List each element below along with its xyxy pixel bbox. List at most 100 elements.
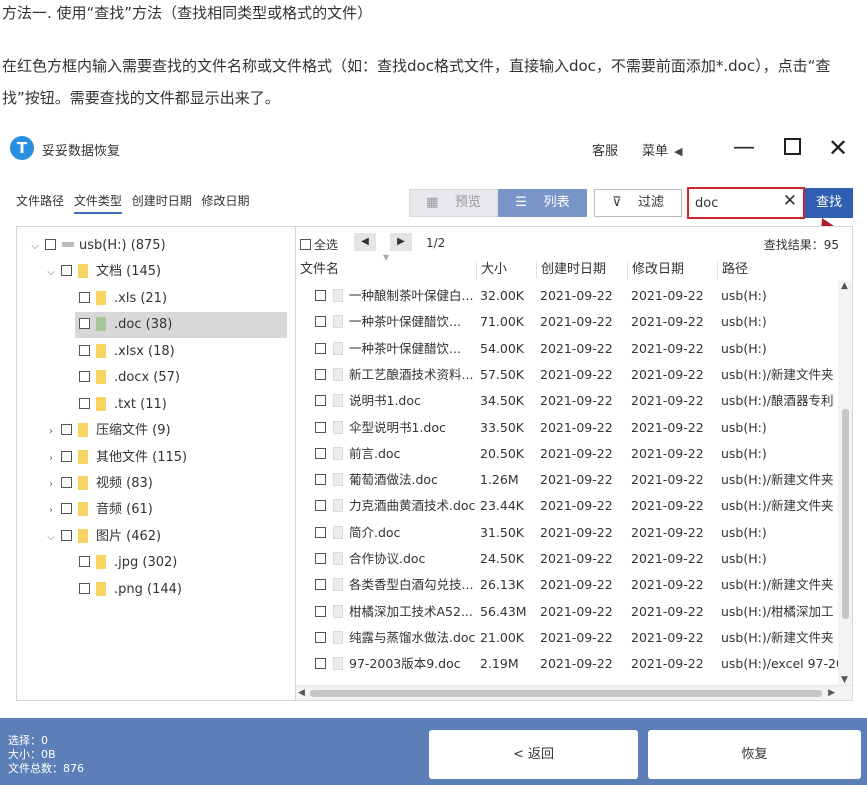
- vertical-scrollbar[interactable]: ▲ ▼: [838, 281, 852, 685]
- checkbox[interactable]: [79, 556, 90, 567]
- back-button[interactable]: < 返回: [429, 730, 638, 779]
- service-button[interactable]: 客服: [592, 140, 618, 159]
- scroll-up-icon[interactable]: ▲: [841, 281, 848, 291]
- tab-file-type[interactable]: 文件类型: [73, 194, 122, 214]
- tab-modified-date[interactable]: 修改日期: [202, 194, 250, 208]
- checkbox[interactable]: [79, 345, 90, 356]
- table-row[interactable]: 力克酒曲黄酒技术.doc 23.44K 2021-09-22 2021-09-22 us…: [296, 493, 836, 519]
- row-checkbox[interactable]: [315, 395, 326, 407]
- horizontal-scrollbar[interactable]: ◀ ▶: [296, 685, 852, 700]
- checkbox[interactable]: [61, 451, 72, 462]
- tree-node-archives[interactable]: › 压缩文件 (9): [45, 418, 171, 444]
- checkbox[interactable]: [79, 583, 90, 594]
- row-checkbox[interactable]: [315, 421, 326, 433]
- checkbox[interactable]: [79, 318, 90, 329]
- table-row[interactable]: 新工艺酿酒技术资料... 57.50K 2021-09-22 2021-09-22 us…: [296, 362, 836, 388]
- tree-node-doc[interactable]: .doc (38): [75, 312, 287, 338]
- row-checkbox[interactable]: [315, 290, 326, 301]
- checkbox[interactable]: [79, 292, 90, 303]
- menu-button[interactable]: 菜单 ◀: [642, 140, 682, 159]
- search-button[interactable]: 查找: [805, 188, 853, 218]
- col-header-size[interactable]: 大小: [476, 261, 507, 279]
- table-row[interactable]: 纯露与蒸馏水做法.doc 21.00K 2021-09-22 2021-09-22 us…: [296, 625, 836, 651]
- row-checkbox[interactable]: [315, 526, 326, 538]
- row-checkbox[interactable]: [315, 605, 326, 617]
- chevron-right-icon[interactable]: ›: [45, 419, 57, 445]
- horizontal-scroll-thumb[interactable]: [310, 690, 822, 697]
- row-checkbox[interactable]: [315, 631, 326, 643]
- tree-node-jpg[interactable]: .jpg (302): [75, 550, 287, 576]
- list-view-button[interactable]: ☰ 列表: [498, 189, 587, 217]
- tree-node-documents[interactable]: ⌵ 文档 (145): [45, 259, 161, 285]
- tree-node-xls[interactable]: .xls (21): [75, 286, 287, 312]
- recover-button[interactable]: 恢复: [648, 730, 861, 779]
- tab-created-date[interactable]: 创建时日期: [132, 194, 192, 208]
- row-checkbox[interactable]: [315, 342, 326, 354]
- preview-button[interactable]: ▦ 预览: [409, 189, 498, 217]
- chevron-right-icon[interactable]: ›: [45, 446, 57, 472]
- chevron-down-icon[interactable]: ⌵: [45, 525, 57, 551]
- table-row[interactable]: 合作协议.doc 24.50K 2021-09-22 2021-09-22 usb(H:…: [296, 546, 836, 572]
- col-header-created[interactable]: 创建时日期: [536, 261, 606, 279]
- checkbox[interactable]: [61, 477, 72, 488]
- checkbox[interactable]: [61, 503, 72, 514]
- row-checkbox[interactable]: [315, 500, 326, 512]
- close-icon[interactable]: ✕: [824, 134, 852, 162]
- file-path: usb(H:)/新建文件夹: [721, 577, 834, 593]
- tree-node-png[interactable]: .png (144): [75, 577, 287, 603]
- table-row[interactable]: 各类香型白酒勾兑技... 26.13K 2021-09-22 2021-09-22 us…: [296, 572, 836, 598]
- tree-node-docx[interactable]: .docx (57): [75, 365, 287, 391]
- table-row[interactable]: 97-2003版本9.doc 2.19M 2021-09-22 2021-09-22 u…: [296, 651, 841, 677]
- tab-file-path[interactable]: 文件路径: [16, 194, 64, 208]
- table-row[interactable]: 柑橘深加工技术A52... 56.43M 2021-09-22 2021-09-22 u…: [296, 599, 836, 625]
- table-row[interactable]: 葡萄酒做法.doc 1.26M 2021-09-22 2021-09-22 usb(H:…: [296, 467, 836, 493]
- tree-node-root[interactable]: ⌵ usb(H:) (875): [29, 233, 165, 260]
- chevron-right-icon[interactable]: ›: [45, 472, 57, 498]
- tree-node-xlsx[interactable]: .xlsx (18): [75, 339, 287, 365]
- minimize-icon[interactable]: —: [730, 134, 758, 162]
- select-all-checkbox[interactable]: [300, 239, 311, 250]
- scroll-right-icon[interactable]: ▶: [828, 688, 835, 698]
- search-input[interactable]: [689, 189, 777, 217]
- row-checkbox[interactable]: [315, 316, 326, 328]
- select-all[interactable]: 全选: [300, 236, 338, 253]
- filter-button[interactable]: ⊽ 过滤: [594, 189, 682, 217]
- col-header-path[interactable]: 路径: [717, 261, 748, 279]
- table-row[interactable]: 一种酿制茶叶保健白... 32.00K 2021-09-22 2021-09-22 us…: [296, 283, 836, 309]
- tree-node-audio[interactable]: › 音频 (61): [45, 497, 153, 523]
- prev-page-icon[interactable]: ◀: [354, 233, 376, 251]
- chevron-down-icon[interactable]: ⌵: [29, 234, 41, 260]
- checkbox[interactable]: [61, 265, 72, 276]
- tree-node-video[interactable]: › 视频 (83): [45, 471, 153, 497]
- tree-node-txt[interactable]: .txt (11): [75, 392, 287, 418]
- next-page-icon[interactable]: ▶: [390, 233, 412, 251]
- tree-node-other-files[interactable]: › 其他文件 (115): [45, 445, 187, 471]
- maximize-icon[interactable]: [778, 134, 806, 162]
- chevron-right-icon[interactable]: ›: [45, 498, 57, 524]
- table-row[interactable]: 前言.doc 20.50K 2021-09-22 2021-09-22 usb(H:): [296, 441, 836, 467]
- checkbox[interactable]: [61, 530, 72, 541]
- row-checkbox[interactable]: [315, 579, 326, 591]
- row-checkbox[interactable]: [315, 553, 326, 564]
- col-header-name[interactable]: 文件名: [296, 261, 339, 279]
- table-row[interactable]: 简介.doc 31.50K 2021-09-22 2021-09-22 usb(H:): [296, 520, 836, 546]
- checkbox[interactable]: [61, 424, 72, 435]
- tree-node-pictures[interactable]: ⌵ 图片 (462): [45, 524, 161, 550]
- table-row[interactable]: 说明书1.doc 34.50K 2021-09-22 2021-09-22 usb(H:…: [296, 388, 836, 414]
- clear-search-icon[interactable]: ✕: [783, 191, 797, 211]
- row-checkbox[interactable]: [315, 658, 326, 670]
- row-checkbox[interactable]: [315, 474, 326, 486]
- table-row[interactable]: 一种茶叶保健醋饮... 71.00K 2021-09-22 2021-09-22 usb…: [296, 309, 836, 335]
- scroll-left-icon[interactable]: ◀: [298, 688, 305, 698]
- chevron-down-icon[interactable]: ⌵: [45, 260, 57, 286]
- checkbox[interactable]: [79, 371, 90, 382]
- row-checkbox[interactable]: [315, 368, 326, 380]
- table-row[interactable]: 一种茶叶保健醋饮... 54.00K 2021-09-22 2021-09-22 usb…: [296, 336, 836, 362]
- scroll-down-icon[interactable]: ▼: [841, 675, 848, 685]
- checkbox[interactable]: [79, 398, 90, 409]
- checkbox[interactable]: [45, 239, 56, 250]
- vertical-scroll-thumb[interactable]: [842, 409, 849, 619]
- table-row[interactable]: 伞型说明书1.doc 33.50K 2021-09-22 2021-09-22 usb(…: [296, 415, 836, 441]
- col-header-modified[interactable]: 修改日期: [627, 261, 684, 279]
- row-checkbox[interactable]: [315, 447, 326, 459]
